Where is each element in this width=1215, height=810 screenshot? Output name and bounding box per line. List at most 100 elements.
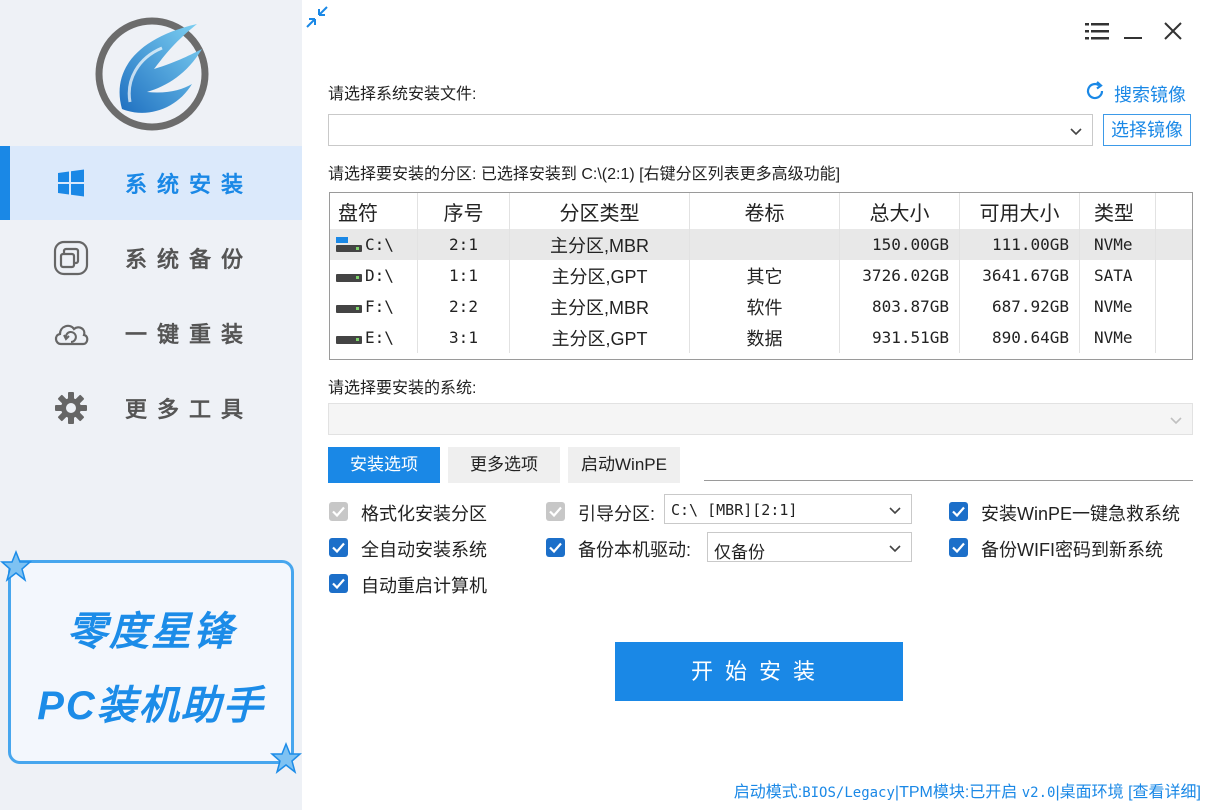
- checkmark-icon: [332, 506, 345, 518]
- checkmark-icon: [952, 506, 965, 518]
- partition-type: 主分区,GPT: [510, 260, 690, 291]
- disk-type: NVMe: [1080, 322, 1156, 353]
- drive-icon: [336, 335, 362, 344]
- status-bar: 启动模式:BIOS/Legacy|TPM模块:已开启 v2.0|桌面环境 [查看…: [734, 778, 1201, 802]
- auto-install-label: 全自动安装系统: [361, 540, 487, 560]
- close-icon[interactable]: [1160, 18, 1186, 44]
- menu-icon[interactable]: [1084, 18, 1110, 44]
- volume-label: 其它: [690, 260, 840, 291]
- wifi-backup-label: 备份WIFI密码到新系统: [981, 540, 1163, 560]
- column-header: 分区类型: [510, 193, 690, 229]
- table-row[interactable]: C:\ 2:1 主分区,MBR 150.00GB 111.00GB NVMe: [330, 229, 1192, 260]
- wifi-backup-checkbox[interactable]: [949, 538, 968, 557]
- backup-icon: [52, 239, 90, 277]
- auto-reboot-checkbox[interactable]: [329, 574, 348, 593]
- nav-system-backup[interactable]: 系统备份: [0, 221, 302, 295]
- nav-label: 一键重装: [125, 322, 254, 347]
- free-size: 687.92GB: [960, 291, 1080, 322]
- boot-partition-checkbox[interactable]: [546, 502, 565, 521]
- system-label: 请选择要安装的系统:: [328, 380, 477, 397]
- disk-type: SATA: [1080, 260, 1156, 291]
- format-partition-label: 格式化安装分区: [361, 504, 487, 524]
- drive-letter: D:\: [365, 266, 394, 285]
- start-install-button[interactable]: 开始安装: [615, 642, 903, 701]
- checkmark-icon: [952, 542, 965, 554]
- windows-icon: [52, 164, 90, 202]
- search-image-label: 搜索镜像: [1114, 84, 1186, 105]
- disk-type: NVMe: [1080, 291, 1156, 322]
- refresh-icon: [1084, 80, 1106, 107]
- search-image-link[interactable]: 搜索镜像: [1084, 80, 1186, 107]
- partition-index: 1:1: [418, 260, 510, 291]
- view-details-link[interactable]: [查看详细]: [1128, 784, 1201, 801]
- column-header: 总大小: [840, 193, 960, 229]
- column-header: 类型: [1080, 193, 1156, 229]
- total-size: 803.87GB: [840, 291, 960, 322]
- nav-label: 系统备份: [125, 247, 254, 272]
- column-header: 卷标: [690, 193, 840, 229]
- minimize-icon[interactable]: [1120, 18, 1146, 44]
- volume-label: 软件: [690, 291, 840, 322]
- promo-title: 零度星锋: [67, 610, 235, 654]
- nav-more-tools[interactable]: 更多工具: [0, 371, 302, 445]
- shrink-icon[interactable]: [305, 5, 329, 29]
- image-file-select[interactable]: [328, 114, 1093, 146]
- nav-one-click-reinstall[interactable]: 一键重装: [0, 296, 302, 370]
- main-panel: 请选择系统安装文件: 搜索镜像 选择镜像 请选择要安装的分区: 已选择安装到 C…: [302, 0, 1215, 810]
- backup-driver-checkbox[interactable]: [546, 538, 565, 557]
- cloud-refresh-icon: [52, 314, 90, 352]
- table-header: 盘符 序号 分区类型 卷标 总大小 可用大小 类型: [330, 193, 1192, 229]
- boot-partition-select[interactable]: C:\ [MBR][2:1]: [664, 494, 912, 524]
- nav-label: 系统安装: [125, 172, 254, 197]
- winpe-rescue-label: 安装WinPE一键急救系统: [981, 504, 1181, 524]
- format-partition-checkbox[interactable]: [329, 502, 348, 521]
- chevron-down-icon: [889, 545, 901, 553]
- star-icon: [270, 741, 302, 779]
- drive-letter: F:\: [365, 297, 394, 316]
- image-file-label: 请选择系统安装文件:: [328, 86, 477, 103]
- backup-driver-select[interactable]: 仅备份: [707, 532, 912, 562]
- checkmark-icon: [549, 506, 562, 518]
- auto-install-checkbox[interactable]: [329, 538, 348, 557]
- free-size: 3641.67GB: [960, 260, 1080, 291]
- nav-label: 更多工具: [125, 397, 254, 422]
- checkmark-icon: [332, 578, 345, 590]
- app-logo: [92, 14, 212, 134]
- app-window: 系统安装 系统备份 一键重装 更多工具 零度星锋 PC装机助手 请选择系统安装文…: [0, 0, 1215, 810]
- table-row[interactable]: D:\ 1:1 主分区,GPT 其它 3726.02GB 3641.67GB S…: [330, 260, 1192, 291]
- table-row[interactable]: E:\ 3:1 主分区,GPT 数据 931.51GB 890.64GB NVM…: [330, 322, 1192, 353]
- partition-table: 盘符 序号 分区类型 卷标 总大小 可用大小 类型 C:\ 2:1 主分区,MB…: [329, 192, 1193, 360]
- auto-reboot-label: 自动重启计算机: [361, 576, 487, 596]
- partition-index: 2:1: [418, 229, 510, 260]
- free-size: 111.00GB: [960, 229, 1080, 260]
- system-select[interactable]: [328, 403, 1193, 435]
- free-size: 890.64GB: [960, 322, 1080, 353]
- boot-mode-value: BIOS/Legacy: [802, 785, 895, 801]
- total-size: 150.00GB: [840, 229, 960, 260]
- tab-install-options[interactable]: 安装选项: [328, 447, 440, 483]
- windows-drive-icon: [336, 236, 362, 252]
- boot-partition-value: C:\ [MBR][2:1]: [671, 501, 798, 519]
- environment-label: |桌面环境: [1055, 784, 1124, 801]
- select-image-button[interactable]: 选择镜像: [1103, 114, 1191, 146]
- tpm-status: |TPM模块:已开启: [894, 784, 1018, 801]
- promo-subtitle: PC装机助手: [37, 684, 265, 728]
- tab-divider: [704, 480, 1193, 481]
- winpe-rescue-checkbox[interactable]: [949, 502, 968, 521]
- chevron-down-icon: [1170, 417, 1182, 425]
- disk-type: NVMe: [1080, 229, 1156, 260]
- boot-partition-label: 引导分区:: [578, 504, 656, 524]
- total-size: 3726.02GB: [840, 260, 960, 291]
- backup-driver-label: 备份本机驱动:: [578, 540, 692, 560]
- boot-mode-label: 启动模式:: [733, 784, 803, 801]
- drive-icon: [336, 273, 362, 282]
- tab-boot-winpe[interactable]: 启动WinPE: [568, 447, 680, 483]
- drive-icon: [336, 304, 362, 313]
- promo-banner: 零度星锋 PC装机助手: [8, 560, 294, 764]
- nav-system-install[interactable]: 系统安装: [0, 146, 302, 220]
- table-row[interactable]: F:\ 2:2 主分区,MBR 软件 803.87GB 687.92GB NVM…: [330, 291, 1192, 322]
- column-header: 盘符: [330, 193, 418, 229]
- partition-index: 2:2: [418, 291, 510, 322]
- tab-more-options[interactable]: 更多选项: [448, 447, 560, 483]
- checkmark-icon: [332, 542, 345, 554]
